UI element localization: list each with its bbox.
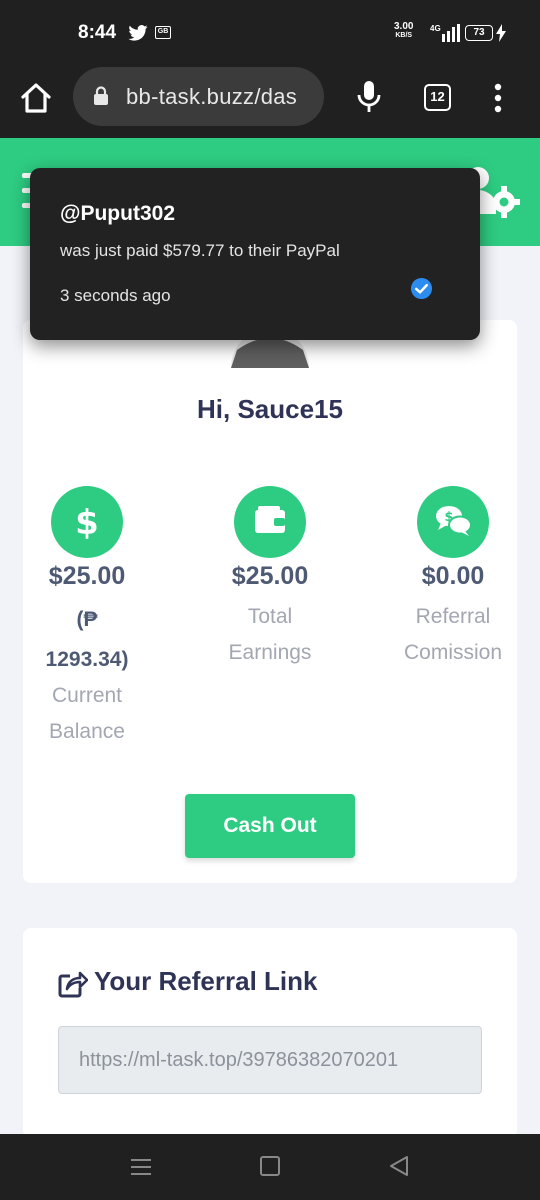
commission-icon-circle: $ [417,486,489,558]
dollar-icon: $ [75,503,99,543]
share-icon [58,971,88,998]
url-field[interactable]: bb-task.buzz/das [73,67,324,126]
wallet-icon [255,506,285,533]
greeting: Hi, Sauce15 [197,394,343,424]
svg-text:$: $ [444,510,453,525]
referral-commission-label-line2: Comission [403,641,503,664]
current-balance-value: $25.00 [48,562,126,590]
url-text[interactable]: bb-task.buzz/das [126,84,316,110]
gb-icon: GB [155,26,171,39]
total-earnings-label-line2: Earnings [228,641,312,664]
home-nav-icon[interactable] [260,1156,280,1176]
balance-icon-circle: $ [51,486,123,558]
net-speed-value: 3.00 [394,21,414,32]
charging-icon [496,24,506,42]
back-icon[interactable] [388,1155,410,1177]
toast-username: @Puput302 [60,202,175,225]
referral-commission-label-line1: Referral [415,605,491,628]
browser-toolbar: bb-task.buzz/das 12 [0,62,540,138]
current-balance-php-line2: 1293.34) [45,648,129,671]
current-balance-label-line1: Current [51,684,123,707]
signal-icon [442,24,460,42]
total-earnings-value: $25.00 [231,562,309,590]
status-bar: 8:44 GB 3.00 KB/S 4G 73 [0,0,540,62]
payout-notification-toast[interactable]: @Puput302 was just paid $579.77 to their… [30,168,480,340]
current-balance-label-line2: Balance [49,720,125,743]
referral-title: Your Referral Link [94,966,318,996]
earnings-icon-circle [234,486,306,558]
microphone-icon[interactable] [355,79,383,115]
toast-message: was just paid $579.77 to their PayPal [60,241,340,260]
referral-commission-value: $0.00 [421,562,485,590]
profile-card: Hi, Sauce15 $ $25.00 (₱ 1293.34) Current… [23,320,517,883]
recent-apps-icon[interactable] [130,1156,152,1178]
twitter-icon [128,25,148,41]
overflow-menu-icon[interactable] [488,82,508,114]
status-time: 8:44 [78,22,117,43]
lock-icon [94,86,108,105]
toast-time: 3 seconds ago [60,286,171,305]
chat-dollar-icon: $ [436,506,472,536]
home-icon[interactable] [18,80,54,116]
system-nav-bar [0,1134,540,1200]
verified-check-icon [410,277,433,300]
tabs-button[interactable]: 12 [424,84,451,111]
referral-card: Your Referral Link https://ml-task.top/3… [23,928,517,1138]
current-balance-php-line1: (₱ [76,608,98,631]
total-earnings-label-line1: Total [247,605,293,628]
referral-link-field[interactable]: https://ml-task.top/39786382070201 [58,1026,482,1094]
net-speed-unit: KB/S [395,32,413,39]
cash-out-button[interactable]: Cash Out [185,794,355,858]
net-speed: 3.00 KB/S [394,22,413,40]
svg-text:$: $ [75,503,99,543]
battery-indicator: 73 [465,25,493,41]
